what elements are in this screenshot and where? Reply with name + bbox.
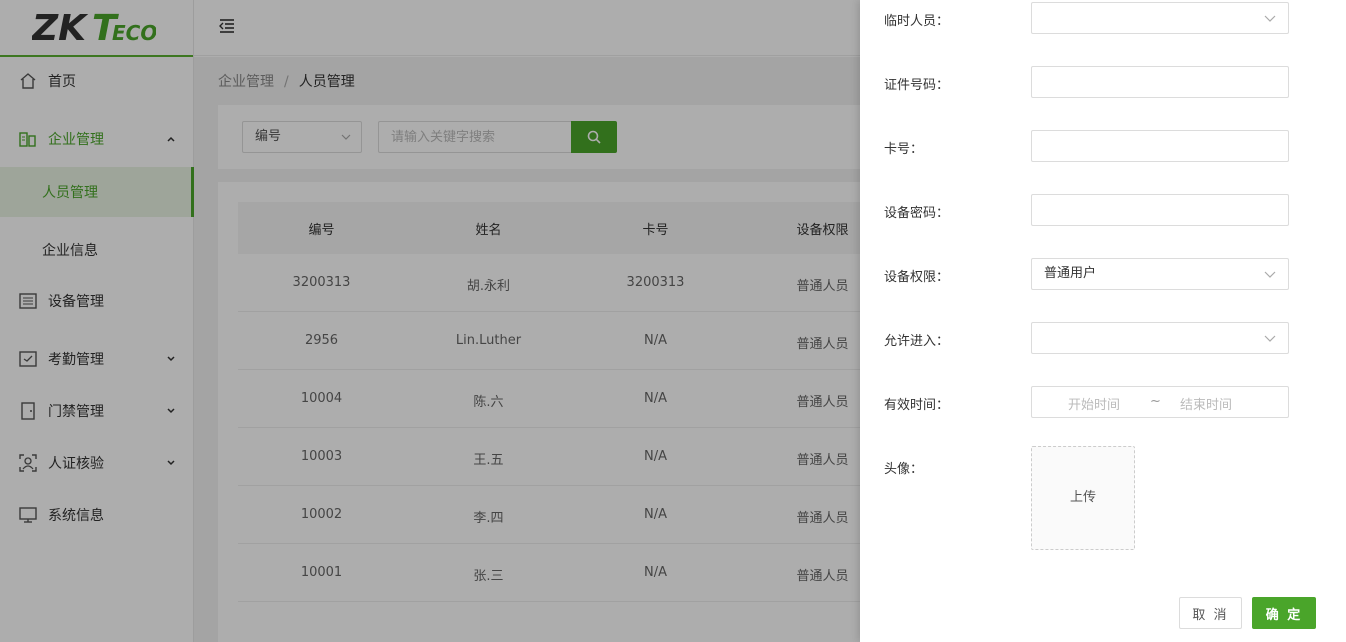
avatar-label: 头像： xyxy=(884,462,924,477)
modal-overlay[interactable] xyxy=(0,0,860,642)
card-number-label: 卡号： xyxy=(884,142,924,157)
edit-person-drawer: 临时人员： 证件号码： 卡号： 设备密码： 设备权限： 普通用户 允许进入： 有… xyxy=(860,0,1346,642)
valid-time-separator: ~ xyxy=(1150,394,1161,409)
cancel-button[interactable]: 取 消 xyxy=(1179,597,1242,629)
device-password-label: 设备密码： xyxy=(884,206,950,221)
chevron-down-icon xyxy=(1264,15,1276,22)
valid-time-label: 有效时间： xyxy=(884,398,950,413)
id-number-label: 证件号码： xyxy=(884,78,950,93)
valid-time-range-picker[interactable]: 开始时间 ~ 结束时间 xyxy=(1031,386,1289,418)
device-permission-value: 普通用户 xyxy=(1044,266,1097,281)
chevron-down-icon xyxy=(1264,335,1276,342)
chevron-down-icon xyxy=(1264,271,1276,278)
card-number-field[interactable] xyxy=(1031,130,1289,162)
avatar-upload-button[interactable]: 上传 xyxy=(1031,446,1135,550)
id-number-field[interactable] xyxy=(1031,66,1289,98)
device-permission-select[interactable]: 普通用户 xyxy=(1031,258,1289,290)
device-password-field[interactable] xyxy=(1031,194,1289,226)
allow-entry-select[interactable] xyxy=(1031,322,1289,354)
valid-time-start[interactable]: 开始时间 xyxy=(1068,394,1120,413)
valid-time-end[interactable]: 结束时间 xyxy=(1180,394,1232,413)
temp-person-label: 临时人员： xyxy=(884,14,950,29)
device-permission-label: 设备权限： xyxy=(884,270,950,285)
temp-person-select[interactable] xyxy=(1031,2,1289,34)
avatar-upload-label: 上传 xyxy=(1069,490,1096,505)
allow-entry-label: 允许进入： xyxy=(884,334,950,349)
confirm-button[interactable]: 确 定 xyxy=(1252,597,1316,629)
